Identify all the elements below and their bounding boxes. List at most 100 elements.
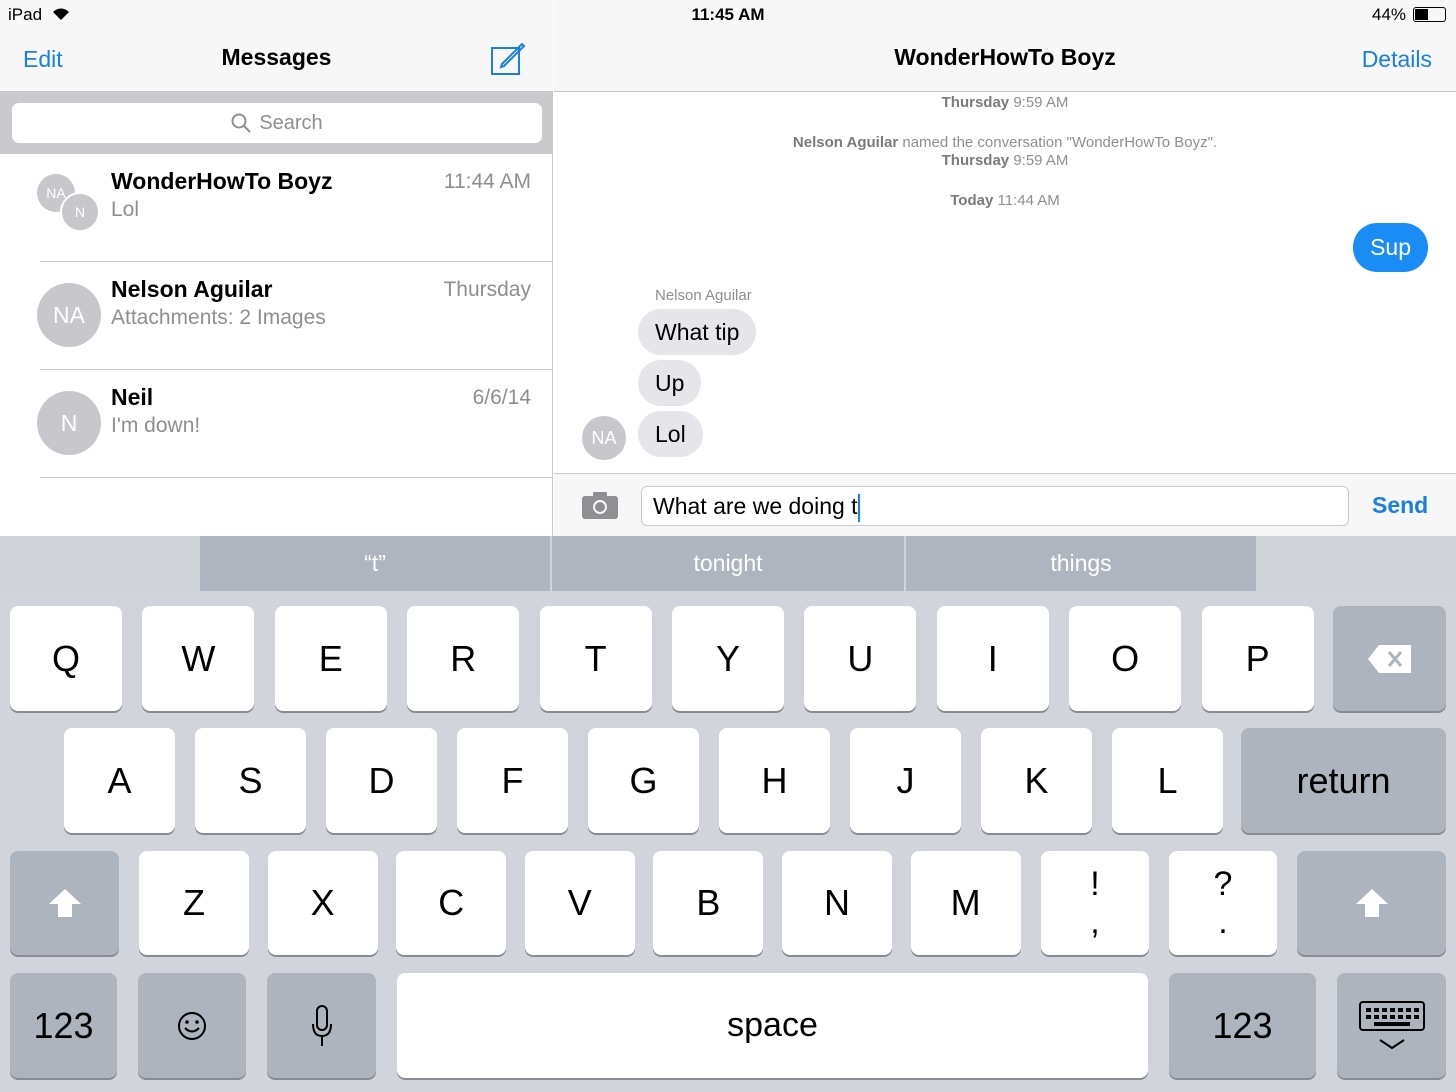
suggestion-item[interactable]: tonight [552,536,904,591]
timestamp: Thursday 9:59 AM [554,152,1456,169]
key-o[interactable]: O [1069,606,1182,711]
text-caret [857,493,860,522]
conversation-item[interactable]: NA N WonderHowTo Boyz Lol 11:44 AM [0,154,553,262]
question-period-key[interactable]: ?. [1169,851,1277,955]
sent-message-bubble[interactable]: Sup [1353,223,1428,272]
delete-icon [1367,644,1411,673]
conversation-name: WonderHowTo Boyz [111,168,333,194]
predictive-bar: “t” tonight things [0,536,1456,592]
clock: 11:45 AM [691,5,765,24]
key-y[interactable]: Y [672,606,784,711]
key-d[interactable]: D [326,728,437,833]
shift-key-left[interactable] [10,851,119,955]
received-message-bubble[interactable]: What tip [638,309,757,355]
received-message-bubble[interactable]: Lol [638,411,703,457]
system-message-text: named the conversation "WonderHowTo Boyz… [902,134,1218,151]
conversation-name: Neil [111,384,154,410]
key-z[interactable]: Z [139,851,249,955]
key-b[interactable]: B [653,851,764,955]
space-key[interactable]: space [397,973,1148,1078]
return-key[interactable]: return [1241,728,1446,833]
shift-key-right[interactable] [1297,851,1446,955]
key-p[interactable]: P [1201,606,1314,711]
page-title: Messages [221,44,332,70]
received-message-bubble[interactable]: Up [638,360,702,406]
key-j[interactable]: J [850,728,961,833]
timestamp-time: 11:44 AM [997,192,1060,209]
key-w[interactable]: W [142,606,255,711]
message-composer: What are we doing t Send [554,473,1456,536]
conversation-preview: Attachments: 2 Images [111,306,326,329]
key-l[interactable]: L [1112,728,1223,833]
key-r[interactable]: R [407,606,520,711]
exclamation-comma-key[interactable]: !, [1041,851,1149,955]
camera-icon[interactable] [581,490,619,520]
key-e[interactable]: E [274,606,387,711]
key-k[interactable]: K [981,728,1092,833]
suggestion-item[interactable]: “t” [200,536,550,591]
key-m[interactable]: M [910,851,1021,955]
conversation-title: WonderHowTo Boyz [894,44,1116,70]
key-a[interactable]: A [64,728,175,833]
suggestion-item[interactable]: things [906,536,1256,591]
conversation-time: 11:44 AM [443,170,531,193]
key-c[interactable]: C [396,851,507,955]
timestamp-day: Thursday [941,94,1010,111]
divider [40,477,553,478]
conversation-name: Nelson Aguilar [111,276,273,302]
timestamp-time: 9:59 AM [1013,152,1069,169]
avatar: N [60,192,100,232]
numbers-key-left[interactable]: 123 [10,973,117,1078]
shift-icon [48,889,81,917]
key-f[interactable]: F [457,728,568,833]
key-t[interactable]: T [539,606,652,711]
shift-icon [1355,889,1388,917]
conversation-list-pane: Edit Messages Search NA N WonderHowTo Bo… [0,0,553,536]
key-i[interactable]: I [936,606,1049,711]
conversation-pane: WonderHowTo Boyz Details Thursday 9:59 A… [554,0,1456,536]
emoji-key[interactable] [138,973,246,1078]
timestamp-time: 9:59 AM [1013,94,1069,111]
key-q[interactable]: Q [10,606,122,711]
key-u[interactable]: U [804,606,917,711]
key-top-label: ! [1090,865,1100,903]
avatar: N [37,391,101,455]
conversation-item[interactable]: NA Nelson Aguilar Attachments: 2 Images … [0,262,553,370]
details-button[interactable]: Details [1362,46,1432,73]
microphone-icon [311,1004,332,1046]
conversation-time: 6/6/14 [472,386,531,409]
search-area: Search [0,92,553,154]
conversation-item[interactable]: N Neil I'm down! 6/6/14 [0,370,553,478]
key-n[interactable]: N [782,851,892,955]
conversation-preview: I'm down! [111,414,201,437]
system-message-author: Nelson Aguilar [792,134,899,151]
numbers-key-right[interactable]: 123 [1169,973,1316,1078]
compose-icon[interactable] [490,42,526,76]
sender-avatar: NA [582,416,626,460]
key-top-label: ? [1213,865,1233,903]
conversation-time: Thursday [443,278,531,301]
search-placeholder: Search [259,111,323,134]
key-v[interactable]: V [524,851,635,955]
emoji-icon [178,1011,206,1040]
key-bottom-label: , [1090,903,1100,941]
timestamp: Today 11:44 AM [554,192,1456,209]
system-message: Nelson Aguilar named the conversation "W… [554,134,1456,151]
key-h[interactable]: H [719,728,830,833]
message-input[interactable]: What are we doing t [641,486,1349,526]
key-s[interactable]: S [195,728,306,833]
key-x[interactable]: X [267,851,378,955]
dictation-key[interactable] [267,973,376,1078]
search-input[interactable]: Search [12,103,542,143]
backspace-key[interactable] [1333,606,1446,711]
key-g[interactable]: G [588,728,699,833]
timestamp-day: Today [950,192,994,209]
status-bar: iPad 11:45 AM 44% [0,0,1456,30]
keyboard: QWERTYUIOPASDFGHJKLZXCVBNM return !, ?. … [0,592,1456,1092]
send-button[interactable]: Send [1372,492,1428,519]
message-input-value: What are we doing t [653,493,858,519]
search-icon [231,113,252,133]
conversation-preview: Lol [111,198,140,221]
avatar: NA [37,283,101,347]
dismiss-keyboard-key[interactable] [1337,973,1446,1078]
